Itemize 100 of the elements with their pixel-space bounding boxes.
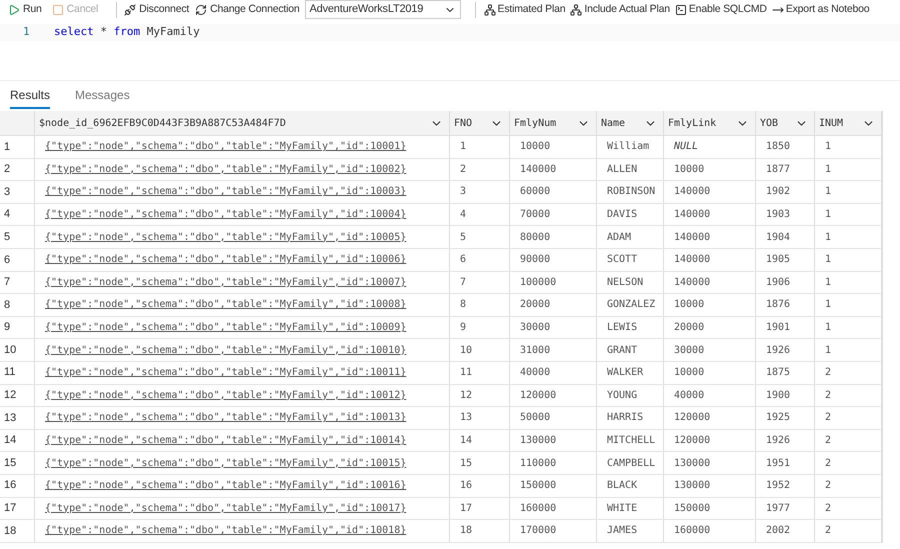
table-cell-text: 1902	[766, 185, 790, 200]
table-cell-text: 1926	[766, 434, 790, 448]
table-cell-text: 100000	[520, 276, 556, 290]
table-cell-text: GRANT	[607, 344, 638, 358]
table-cell-text: 60000	[520, 185, 550, 200]
table-cell-text: 13	[460, 411, 472, 426]
table-cell-text: 11	[460, 366, 472, 380]
row-number: 11	[0, 362, 35, 384]
table-cell-text: 20000	[520, 298, 550, 312]
toolbar-button[interactable]: Export as Noteboo	[772, 2, 874, 18]
json-link[interactable]: {"type":"node","schema":"dbo","table":"MyFamily","id":10001}	[45, 139, 406, 154]
table-cell-text: 1977	[766, 502, 790, 516]
row-number: 14	[0, 430, 35, 452]
column-header[interactable]: YOB	[756, 111, 815, 135]
results-tab[interactable]: Results	[10, 86, 50, 109]
json-link[interactable]: {"type":"node","schema":"dbo","table":"MyFamily","id":10012}	[45, 388, 406, 403]
table-cell-text: 1901	[766, 321, 790, 336]
table-cell-text: 1905	[766, 253, 790, 268]
json-link[interactable]: {"type":"node","schema":"dbo","table":"MyFamily","id":10018}	[45, 523, 406, 538]
column-header[interactable]: INUM	[815, 111, 882, 135]
toolbar-button[interactable]: Estimated Plan	[484, 2, 570, 18]
table-cell-text: 150000	[520, 479, 556, 494]
table-cell-text: 10000	[674, 162, 704, 177]
json-link[interactable]: {"type":"node","schema":"dbo","table":"MyFamily","id":10017}	[45, 500, 406, 516]
table-cell-text: 1904	[766, 230, 790, 245]
table-cell-text: 10000	[674, 366, 704, 380]
table-cell-text: 1	[825, 162, 832, 177]
json-link[interactable]: {"type":"node","schema":"dbo","table":"MyFamily","id":10010}	[45, 342, 406, 358]
table-cell-text: 2	[825, 366, 832, 380]
table-cell-text: 31000	[520, 344, 550, 358]
json-link[interactable]: {"type":"node","schema":"dbo","table":"MyFamily","id":10005}	[45, 230, 406, 245]
table-cell-text: 130000	[674, 456, 710, 471]
table-cell-text: 1876	[766, 298, 790, 312]
table-cell-text: 2	[825, 388, 832, 403]
table-cell-text: 80000	[520, 230, 550, 245]
table-cell-text: 14	[460, 434, 472, 448]
table-cell-text: 1	[825, 276, 832, 290]
table-cell-text: 17	[460, 502, 472, 516]
toolbar-button[interactable]: Change Connection	[192, 2, 303, 18]
json-link[interactable]: {"type":"node","schema":"dbo","table":"MyFamily","id":10013}	[45, 410, 406, 426]
json-link[interactable]: {"type":"node","schema":"dbo","table":"MyFamily","id":10004}	[45, 207, 406, 222]
results-tab[interactable]: Messages	[75, 86, 130, 109]
column-header[interactable]: FNO	[450, 111, 510, 135]
table-cell-text: 2	[825, 524, 832, 538]
column-header[interactable]: FmlyNum	[510, 111, 597, 135]
table-cell-text: 12	[460, 388, 472, 403]
table-cell-text: 8	[460, 298, 466, 312]
json-link[interactable]: {"type":"node","schema":"dbo","table":"MyFamily","id":10003}	[45, 184, 406, 200]
toolbar-button[interactable]: Include Actual Plan	[570, 2, 675, 18]
table-cell-text: LEWIS	[607, 321, 638, 336]
table-cell-text: 1	[825, 253, 832, 268]
table-cell-text: 1	[825, 185, 832, 200]
column-header[interactable]: $node_id_6962EFB9C0D443F3B9A887C53A484F7D	[35, 111, 450, 135]
database-dropdown[interactable]: AdventureWorksLT2019	[304, 0, 461, 19]
table-cell-text: 1925	[766, 411, 790, 426]
json-link[interactable]: {"type":"node","schema":"dbo","table":"MyFamily","id":10016}	[45, 478, 406, 494]
table-cell-text: 120000	[520, 388, 556, 403]
table-cell-text: ADAM	[607, 230, 632, 245]
toolbar-button[interactable]: Disconnect	[121, 2, 192, 18]
json-link[interactable]: {"type":"node","schema":"dbo","table":"MyFamily","id":10009}	[45, 320, 406, 336]
table-cell-text: 130000	[674, 479, 710, 494]
table-cell-text: 2	[825, 456, 832, 471]
table-cell-text: 2	[460, 162, 466, 177]
table-cell-text: 140000	[674, 276, 710, 290]
code-line: select * from MyFamily	[54, 24, 200, 40]
json-link[interactable]: {"type":"node","schema":"dbo","table":"MyFamily","id":10014}	[45, 433, 406, 448]
json-link[interactable]: {"type":"node","schema":"dbo","table":"MyFamily","id":10015}	[45, 456, 406, 471]
column-header[interactable]: FmlyLink	[664, 111, 756, 135]
line-number: 1	[22, 24, 31, 40]
row-number: 18	[0, 520, 35, 542]
table-cell-text: NELSON	[607, 276, 644, 290]
table-cell-text: CAMPBELL	[607, 456, 656, 471]
table-cell-text: MITCHELL	[607, 434, 656, 448]
column-header[interactable]: Name	[597, 111, 664, 135]
row-number: 8	[0, 294, 35, 316]
toolbar-button[interactable]: Run	[0, 2, 44, 18]
row-number: 3	[0, 181, 35, 203]
terminal-icon	[674, 4, 687, 16]
table-cell-text: 1900	[766, 388, 790, 403]
json-link[interactable]: {"type":"node","schema":"dbo","table":"MyFamily","id":10008}	[45, 297, 406, 312]
json-link[interactable]: {"type":"node","schema":"dbo","table":"MyFamily","id":10007}	[45, 274, 406, 290]
table-cell-text: 4	[460, 208, 466, 222]
table-cell-text: 2	[825, 502, 832, 516]
json-link[interactable]: {"type":"node","schema":"dbo","table":"MyFamily","id":10006}	[45, 252, 406, 268]
table-cell-text: 10000	[674, 298, 704, 312]
toolbar-button[interactable]: Enable SQLCMD	[674, 2, 772, 18]
row-number: 5	[0, 226, 35, 248]
json-link[interactable]: {"type":"node","schema":"dbo","table":"MyFamily","id":10011}	[45, 365, 406, 380]
table-cell-text: 110000	[520, 456, 556, 471]
table-cell-text: 3	[460, 185, 466, 200]
row-number: 9	[0, 316, 35, 338]
row-number: 4	[0, 204, 35, 226]
table-cell-text: 120000	[674, 411, 710, 426]
table-cell-text: DAVIS	[607, 208, 638, 222]
row-number: 1	[0, 136, 35, 158]
table-cell-text: 1951	[766, 456, 790, 471]
table-cell-text: YOUNG	[607, 388, 638, 403]
table-cell-text: 10000	[520, 140, 550, 154]
table-cell-text: 10	[460, 344, 472, 358]
json-link[interactable]: {"type":"node","schema":"dbo","table":"MyFamily","id":10002}	[45, 162, 406, 177]
